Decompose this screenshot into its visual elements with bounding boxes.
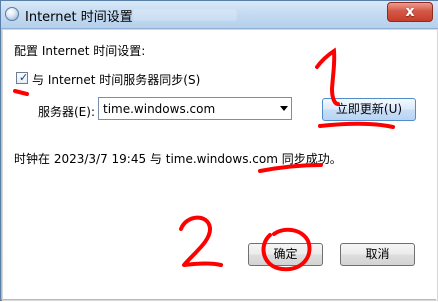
bottom-separator: [2, 299, 436, 300]
window-title: Internet 时间设置: [25, 10, 133, 25]
server-combobox[interactable]: [98, 97, 292, 120]
update-now-button[interactable]: 立即更新(U): [322, 98, 416, 121]
cancel-button[interactable]: 取消: [340, 243, 415, 266]
ok-button[interactable]: 确定: [248, 243, 323, 266]
background-window-ghost: [133, 9, 237, 21]
title-bar[interactable]: Internet 时间设置 x: [1, 1, 438, 29]
window-icon: [5, 7, 19, 21]
server-label: 服务器(E):: [38, 105, 95, 119]
sync-status-text: 时钟在 2023/3/7 19:45 与 time.windows.com 同步…: [14, 152, 342, 166]
check-icon: ✓: [19, 71, 29, 84]
dialog-heading: 配置 Internet 时间设置:: [14, 44, 146, 58]
sync-checkbox-label[interactable]: 与 Internet 时间服务器同步(S): [32, 71, 200, 88]
sync-checkbox[interactable]: ✓: [16, 71, 29, 84]
window-frame: Internet 时间设置 x 配置 Internet 时间设置: ✓ 与 In…: [0, 0, 438, 301]
chevron-down-icon[interactable]: [280, 106, 288, 111]
dialog-panel: 配置 Internet 时间设置: ✓ 与 Internet 时间服务器同步(S…: [2, 29, 438, 301]
close-button[interactable]: x: [387, 2, 433, 22]
server-input[interactable]: [103, 99, 265, 118]
